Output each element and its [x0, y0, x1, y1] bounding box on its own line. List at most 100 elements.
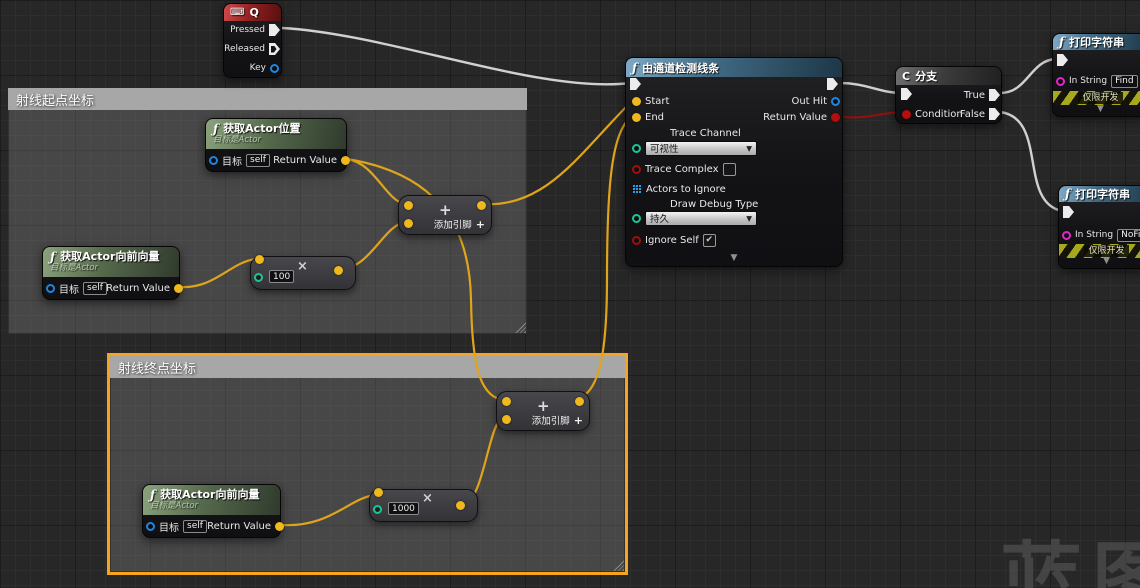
collapse-arrow-icon[interactable]: ▼ — [1059, 256, 1140, 266]
target-pin[interactable] — [46, 284, 55, 293]
node-vector-add-top[interactable]: + 添加引脚+ — [398, 195, 492, 235]
target-value-box[interactable]: self — [246, 154, 270, 167]
false-exec-pin[interactable] — [989, 108, 1000, 120]
add-input-a-pin[interactable] — [404, 201, 413, 210]
exec-out-pin[interactable] — [827, 78, 838, 90]
condition-pin[interactable] — [902, 110, 911, 119]
exec-in-pin[interactable] — [901, 88, 912, 100]
node-title: 分支 — [915, 68, 937, 84]
exec-in-pin[interactable] — [630, 78, 641, 90]
exec-pin-pressed[interactable] — [269, 24, 280, 36]
ignore-self-pin[interactable] — [632, 236, 641, 245]
in-string-value-box[interactable]: Find — [1111, 75, 1137, 88]
resize-grip[interactable] — [515, 322, 526, 333]
pin-row-in-string: In String Find — [1059, 74, 1138, 88]
node-subtitle: 目标是Actor — [150, 501, 198, 511]
return-value-pin[interactable] — [275, 522, 284, 531]
multiply-input-b-pin[interactable] — [254, 273, 263, 282]
add-pin-label: 添加引脚 — [532, 413, 570, 427]
node-header[interactable]: ƒ获取Actor向前向量 目标是Actor — [43, 247, 179, 277]
exec-pin-released[interactable] — [269, 43, 280, 55]
node-header[interactable]: ƒ 由通道检测线条 — [626, 58, 842, 77]
out-hit-pin[interactable] — [831, 97, 840, 106]
add-input-b-pin[interactable] — [502, 415, 511, 424]
target-value-box[interactable]: self — [83, 282, 107, 295]
return-value-pin[interactable] — [174, 284, 183, 293]
node-multiply-1000[interactable]: 1000 × — [369, 489, 478, 522]
node-header[interactable]: ƒ 打印字符串 — [1053, 34, 1140, 50]
pin-row-return: Return Value — [106, 281, 174, 295]
collapse-arrow-icon[interactable]: ▼ — [626, 253, 842, 263]
node-header[interactable]: ƒ 打印字符串 — [1059, 186, 1140, 202]
pin-row-false: False — [960, 107, 996, 121]
target-value-box[interactable]: self — [183, 520, 207, 533]
array-pin-icon[interactable] — [633, 185, 635, 187]
target-pin[interactable] — [209, 156, 218, 165]
multiply-value-box[interactable]: 1000 — [388, 502, 419, 515]
add-output-pin[interactable] — [477, 201, 486, 210]
pin-label: 目标 — [222, 153, 242, 168]
draw-debug-dropdown[interactable]: 持久 ▼ — [645, 211, 757, 226]
node-vector-add-bottom[interactable]: + 添加引脚+ — [496, 391, 590, 431]
wire-exec-trace-branch — [840, 83, 902, 93]
add-pin-control[interactable]: 添加引脚+ — [532, 413, 583, 427]
pin-row-return-value: Return Value — [763, 110, 836, 124]
in-string-pin[interactable] — [1056, 77, 1065, 86]
pin-row-end: End — [632, 110, 664, 124]
multiply-input-b-pin[interactable] — [373, 505, 382, 514]
target-pin[interactable] — [146, 522, 155, 531]
comment-ray-end[interactable]: 射线终点坐标 — [110, 356, 625, 572]
function-icon: ƒ — [50, 251, 55, 263]
comment-header[interactable]: 射线终点坐标 — [110, 356, 625, 378]
node-multiply-100[interactable]: 100 × — [250, 256, 356, 290]
node-line-trace-by-channel[interactable]: ƒ 由通道检测线条 Start End Trace Channel 可视性 ▼ … — [625, 57, 843, 267]
node-header[interactable]: ƒ获取Actor向前向量 目标是Actor — [143, 485, 280, 515]
return-value-pin[interactable] — [831, 113, 840, 122]
node-get-actor-location[interactable]: ƒ获取Actor位置 目标是Actor 目标 self Return Value — [205, 118, 347, 172]
node-header[interactable]: ⌨ Q — [224, 4, 281, 21]
comment-header[interactable]: 射线起点坐标 — [8, 88, 527, 110]
end-pin[interactable] — [632, 113, 641, 122]
blueprint-canvas[interactable]: 射线起点坐标 射线终点坐标 ⌨ Q Pressed Released — [0, 0, 1140, 588]
node-header[interactable]: Ϲ 分支 — [896, 67, 1001, 85]
node-print-string-found[interactable]: ƒ 打印字符串 In String Find 仅限开发 ▼ — [1052, 33, 1140, 117]
in-string-value-box[interactable]: NoFind — [1117, 229, 1140, 242]
node-get-forward-vector-top[interactable]: ƒ获取Actor向前向量 目标是Actor 目标 self Return Val… — [42, 246, 180, 300]
trace-complex-pin[interactable] — [632, 165, 641, 174]
development-only-band: 仅限开发 — [1053, 91, 1140, 105]
multiply-output-pin[interactable] — [456, 501, 465, 510]
node-print-string-notfound[interactable]: ƒ 打印字符串 In String NoFind 仅限开发 ▼ — [1058, 185, 1140, 269]
in-string-pin[interactable] — [1062, 231, 1071, 240]
function-icon: ƒ — [1065, 187, 1070, 201]
multiply-input-a-pin[interactable] — [374, 488, 383, 497]
multiply-output-pin[interactable] — [334, 266, 343, 275]
true-exec-pin[interactable] — [989, 89, 1000, 101]
start-pin[interactable] — [632, 97, 641, 106]
key-pin[interactable] — [270, 64, 279, 73]
add-output-pin[interactable] — [575, 397, 584, 406]
node-event-key-q[interactable]: ⌨ Q Pressed Released Key — [223, 3, 282, 78]
trace-complex-checkbox[interactable] — [723, 163, 736, 176]
node-branch[interactable]: Ϲ 分支 Condition True False — [895, 66, 1002, 124]
pin-row-in-string: In String NoFind — [1065, 228, 1140, 242]
exec-in-pin[interactable] — [1057, 54, 1068, 66]
multiply-input-a-pin[interactable] — [255, 255, 264, 264]
add-input-a-pin[interactable] — [502, 397, 511, 406]
pin-label: Ignore Self — [645, 235, 699, 246]
resize-grip[interactable] — [613, 560, 624, 571]
node-get-forward-vector-bottom[interactable]: ƒ获取Actor向前向量 目标是Actor 目标 self Return Val… — [142, 484, 281, 538]
multiply-value-box[interactable]: 100 — [269, 270, 294, 283]
pin-label: Return Value — [273, 155, 337, 166]
draw-debug-pin[interactable] — [632, 214, 641, 223]
ignore-self-checkbox[interactable]: ✔ — [703, 234, 716, 247]
add-pin-label: 添加引脚 — [434, 217, 472, 231]
pin-row-released: Released — [224, 42, 276, 56]
exec-in-pin[interactable] — [1063, 206, 1074, 218]
add-input-b-pin[interactable] — [404, 219, 413, 228]
trace-channel-pin[interactable] — [632, 144, 641, 153]
add-pin-control[interactable]: 添加引脚+ — [434, 217, 485, 231]
node-header[interactable]: ƒ获取Actor位置 目标是Actor — [206, 119, 346, 149]
return-value-pin[interactable] — [341, 156, 350, 165]
trace-channel-dropdown[interactable]: 可视性 ▼ — [645, 141, 757, 156]
collapse-arrow-icon[interactable]: ▼ — [1053, 104, 1140, 114]
